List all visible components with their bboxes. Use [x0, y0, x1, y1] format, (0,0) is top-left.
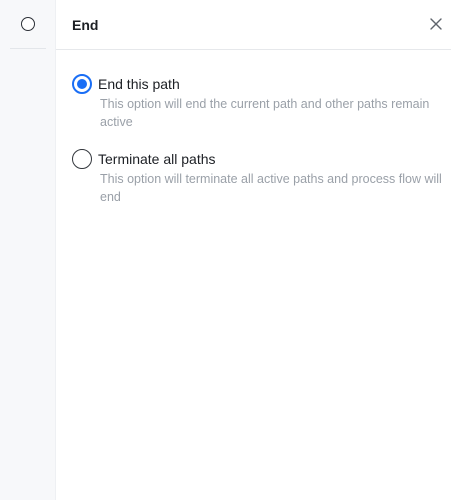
left-rail	[0, 0, 56, 500]
panel-title: End	[72, 17, 99, 33]
option-label: Terminate all paths	[98, 151, 216, 167]
close-button[interactable]	[427, 15, 445, 33]
panel-header: End	[56, 0, 451, 50]
option-description: This option will terminate all active pa…	[100, 172, 442, 204]
radio-selected-dot	[77, 79, 87, 89]
radio-terminate-all-paths[interactable]	[72, 149, 92, 169]
settings-panel: End End this path This option will end t…	[56, 0, 451, 500]
end-node-icon[interactable]	[21, 17, 35, 31]
option-description: This option will end the current path an…	[100, 97, 430, 129]
radio-end-this-path[interactable]	[72, 74, 92, 94]
option-label: End this path	[98, 76, 180, 92]
rail-divider	[10, 48, 46, 49]
close-icon	[430, 18, 442, 30]
end-node-editor: End End this path This option will end t…	[0, 0, 451, 500]
